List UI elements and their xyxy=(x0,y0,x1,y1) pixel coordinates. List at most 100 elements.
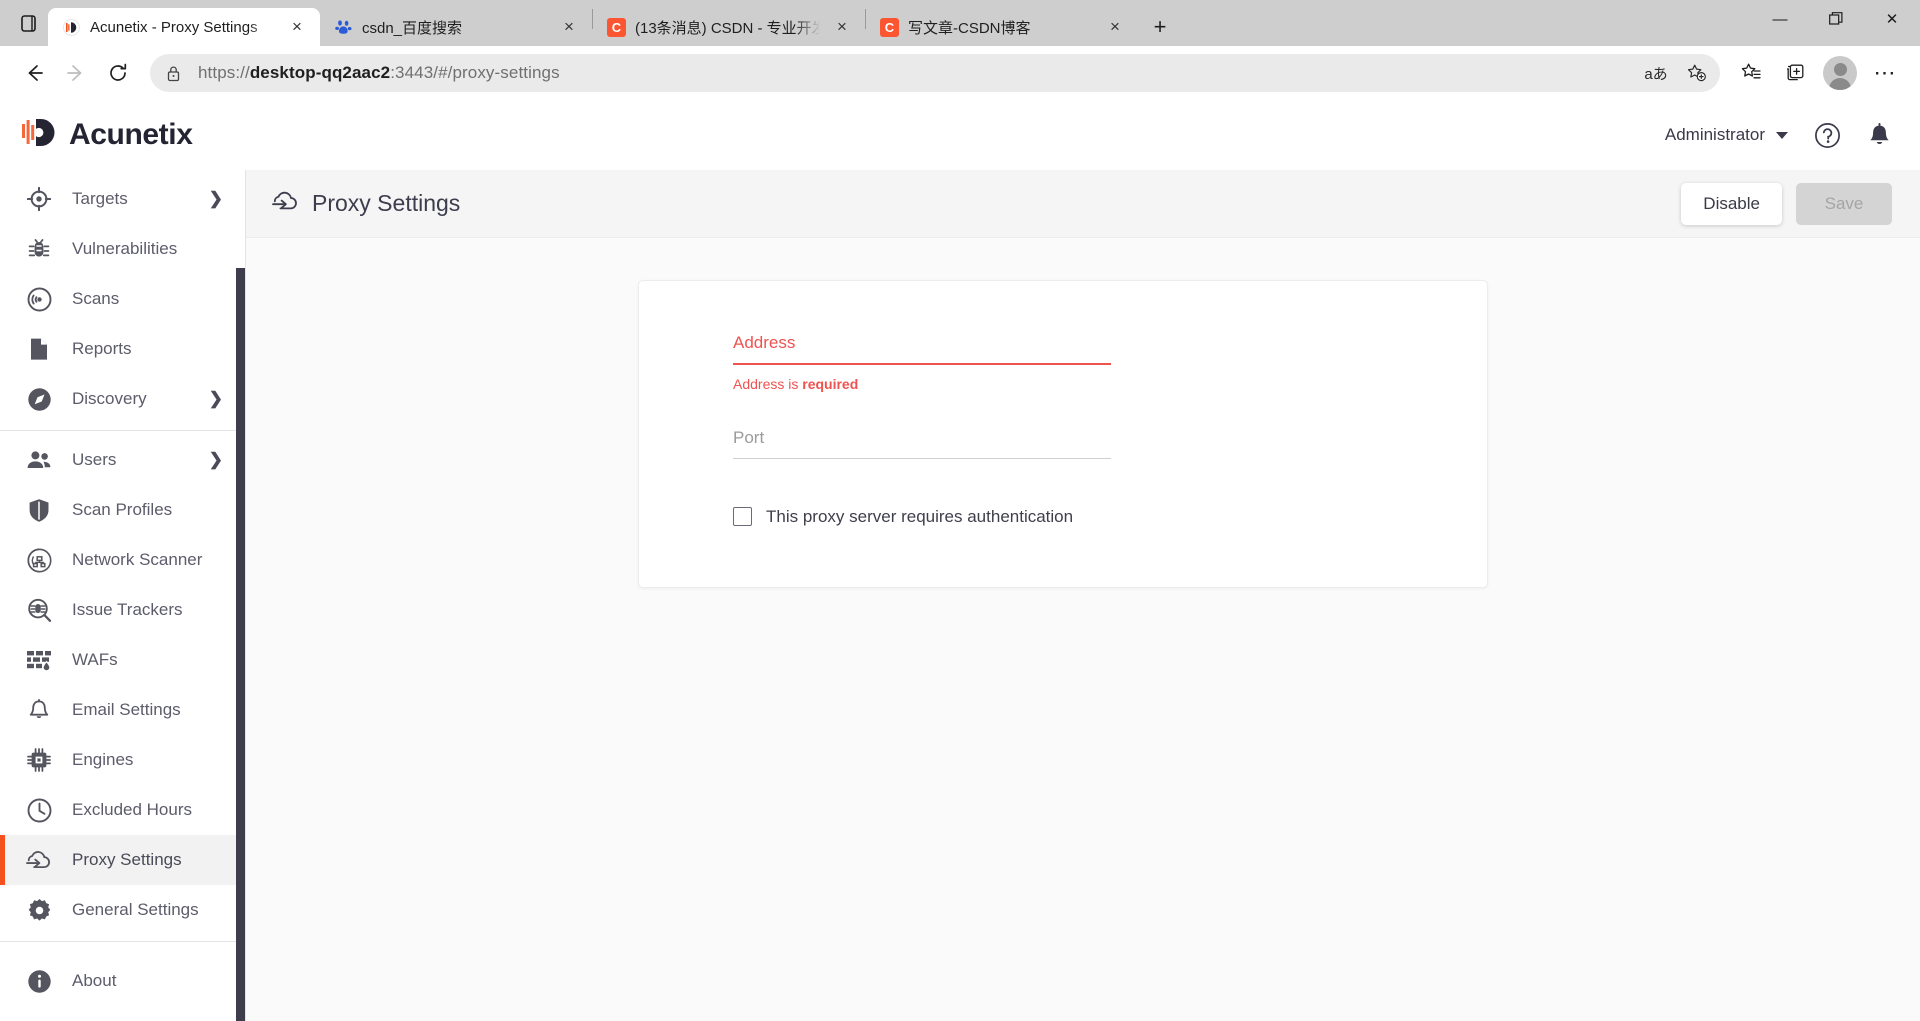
sidebar-group-primary: Targets ❯ Vulnerabilities Scans Reports … xyxy=(0,170,245,431)
reload-button[interactable] xyxy=(98,53,138,93)
address-bar[interactable]: https://desktop-qq2aac2:3443/#/proxy-set… xyxy=(150,54,1720,92)
sidebar-item-label: Discovery xyxy=(72,389,147,408)
sidebar-item-targets[interactable]: Targets ❯ xyxy=(0,174,245,224)
sidebar-item-label: Proxy Settings xyxy=(72,850,182,869)
bell-icon[interactable] xyxy=(1867,122,1892,149)
chevron-down-icon xyxy=(1776,131,1788,139)
tab-title: csdn_百度搜索 xyxy=(362,19,463,37)
port-field[interactable]: Port xyxy=(733,428,1111,459)
new-tab-button[interactable]: + xyxy=(1142,9,1178,45)
firewall-icon xyxy=(26,649,52,672)
tab-close-icon[interactable]: × xyxy=(556,14,582,40)
acunetix-app: Acunetix Administrator Targets ❯ Vulnera… xyxy=(0,100,1920,1021)
minimize-button[interactable]: — xyxy=(1752,0,1808,38)
tab-title: (13条消息) CSDN - 专业开发者社 xyxy=(635,19,820,37)
sidebar-group-about: About xyxy=(0,942,245,1012)
add-favorite-icon[interactable] xyxy=(1678,57,1714,89)
user-menu[interactable]: Administrator xyxy=(1665,125,1788,145)
shield-icon xyxy=(26,498,52,523)
sidebar-item-label: Issue Trackers xyxy=(72,600,183,619)
tab-search-icon[interactable] xyxy=(8,0,48,46)
save-button[interactable]: Save xyxy=(1796,182,1892,225)
sidebar-item-label: Targets xyxy=(72,189,128,208)
sidebar-item-label: About xyxy=(72,971,117,990)
chevron-right-icon: ❯ xyxy=(208,189,223,208)
settings-more-icon[interactable]: ⋯ xyxy=(1864,53,1906,93)
browser-tab-2[interactable]: C (13条消息) CSDN - 专业开发者社 × xyxy=(593,8,865,46)
url-text[interactable]: https://desktop-qq2aac2:3443/#/proxy-set… xyxy=(188,63,1638,83)
sidebar-item-label: Vulnerabilities xyxy=(72,239,178,258)
proxy-auth-checkbox[interactable] xyxy=(733,507,752,527)
sidebar-item-proxy-settings[interactable]: Proxy Settings xyxy=(0,835,245,885)
browser-tab-3[interactable]: C 写文章-CSDN博客 × xyxy=(866,8,1138,46)
sidebar-item-label: Scan Profiles xyxy=(72,500,173,519)
bug-search-icon xyxy=(26,598,52,623)
back-button[interactable] xyxy=(14,53,54,93)
target-icon xyxy=(26,187,52,211)
bug-icon xyxy=(26,237,52,261)
sidebar-item-discovery[interactable]: Discovery ❯ xyxy=(0,374,245,424)
sidebar-item-vulnerabilities[interactable]: Vulnerabilities xyxy=(0,224,245,274)
address-field[interactable]: Address Address is required xyxy=(733,333,1111,392)
browser-tab-1[interactable]: csdn_百度搜索 × xyxy=(320,8,592,46)
read-aloud-icon[interactable]: aあ xyxy=(1638,57,1674,89)
sidebar-item-label: Scans xyxy=(72,289,120,308)
sidebar-item-email-settings[interactable]: Email Settings xyxy=(0,685,245,735)
page-header: Proxy Settings Disable Save xyxy=(246,170,1920,238)
help-circle-icon[interactable] xyxy=(1814,122,1841,149)
chevron-right-icon: ❯ xyxy=(208,450,223,469)
acunetix-logo-mark xyxy=(22,116,58,155)
sidebar-item-scan-profiles[interactable]: Scan Profiles xyxy=(0,485,245,535)
browser-window: Acunetix - Proxy Settings × csdn_百度搜索 × … xyxy=(0,0,1920,1021)
sidebar-item-label: WAFs xyxy=(72,650,118,669)
sidebar-item-network-scanner[interactable]: Network Scanner xyxy=(0,535,245,585)
window-controls: — ✕ xyxy=(1752,0,1920,46)
sidebar-item-scans[interactable]: Scans xyxy=(0,274,245,324)
sidebar: Targets ❯ Vulnerabilities Scans Reports … xyxy=(0,170,246,1021)
tab-title: 写文章-CSDN博客 xyxy=(908,19,1031,37)
sidebar-item-about[interactable]: About xyxy=(0,956,245,1006)
sidebar-scroll-area: Targets ❯ Vulnerabilities Scans Reports … xyxy=(0,170,245,1021)
profile-avatar[interactable] xyxy=(1823,56,1857,90)
sidebar-item-wafs[interactable]: WAFs xyxy=(0,635,245,685)
forward-button[interactable] xyxy=(56,53,96,93)
acunetix-icon xyxy=(62,18,81,37)
port-label: Port xyxy=(733,427,765,447)
sidebar-item-excluded-hours[interactable]: Excluded Hours xyxy=(0,785,245,835)
sidebar-item-general-settings[interactable]: General Settings xyxy=(0,885,245,935)
address-error-message: Address is required xyxy=(733,375,859,392)
page-actions: Disable Save xyxy=(1681,182,1892,225)
user-menu-label: Administrator xyxy=(1664,125,1765,144)
proxy-cloud-icon xyxy=(26,849,52,871)
sidebar-item-issue-trackers[interactable]: Issue Trackers xyxy=(0,585,245,635)
sidebar-item-label: Reports xyxy=(72,339,132,358)
sidebar-scrollbar-thumb[interactable] xyxy=(236,268,245,1021)
acunetix-logo[interactable]: Acunetix xyxy=(22,116,193,155)
sidebar-item-users[interactable]: Users ❯ xyxy=(0,435,245,485)
bell-icon xyxy=(26,698,52,722)
tab-close-icon[interactable]: × xyxy=(829,14,855,40)
sidebar-item-reports[interactable]: Reports xyxy=(0,324,245,374)
favorites-icon[interactable] xyxy=(1730,53,1772,93)
address-label: Address xyxy=(733,333,796,352)
tab-strip: Acunetix - Proxy Settings × csdn_百度搜索 × … xyxy=(0,0,1920,46)
disable-button[interactable]: Disable xyxy=(1681,182,1782,225)
app-body: Targets ❯ Vulnerabilities Scans Reports … xyxy=(0,170,1920,1021)
proxy-settings-card: Address Address is required Port This pr… xyxy=(638,280,1488,588)
compass-icon xyxy=(26,387,52,412)
network-scanner-icon xyxy=(26,548,52,573)
avatar-body xyxy=(1829,78,1851,90)
proxy-auth-checkbox-row[interactable]: This proxy server requires authenticatio… xyxy=(733,507,1487,527)
close-window-button[interactable]: ✕ xyxy=(1864,0,1920,38)
tab-close-icon[interactable]: × xyxy=(284,14,310,40)
sidebar-item-engines[interactable]: Engines xyxy=(0,735,245,785)
sidebar-item-label: Excluded Hours xyxy=(72,800,193,819)
maximize-button[interactable] xyxy=(1808,0,1864,38)
avatar-head xyxy=(1833,63,1847,76)
tab-close-icon[interactable]: × xyxy=(1102,14,1128,40)
proxy-cloud-icon xyxy=(272,190,299,218)
collections-icon[interactable] xyxy=(1774,53,1816,93)
port-input-underline[interactable] xyxy=(733,457,1111,459)
sidebar-group-settings: Users ❯ Scan Profiles Network Scanner Is… xyxy=(0,431,245,942)
browser-tab-0[interactable]: Acunetix - Proxy Settings × xyxy=(48,8,320,46)
